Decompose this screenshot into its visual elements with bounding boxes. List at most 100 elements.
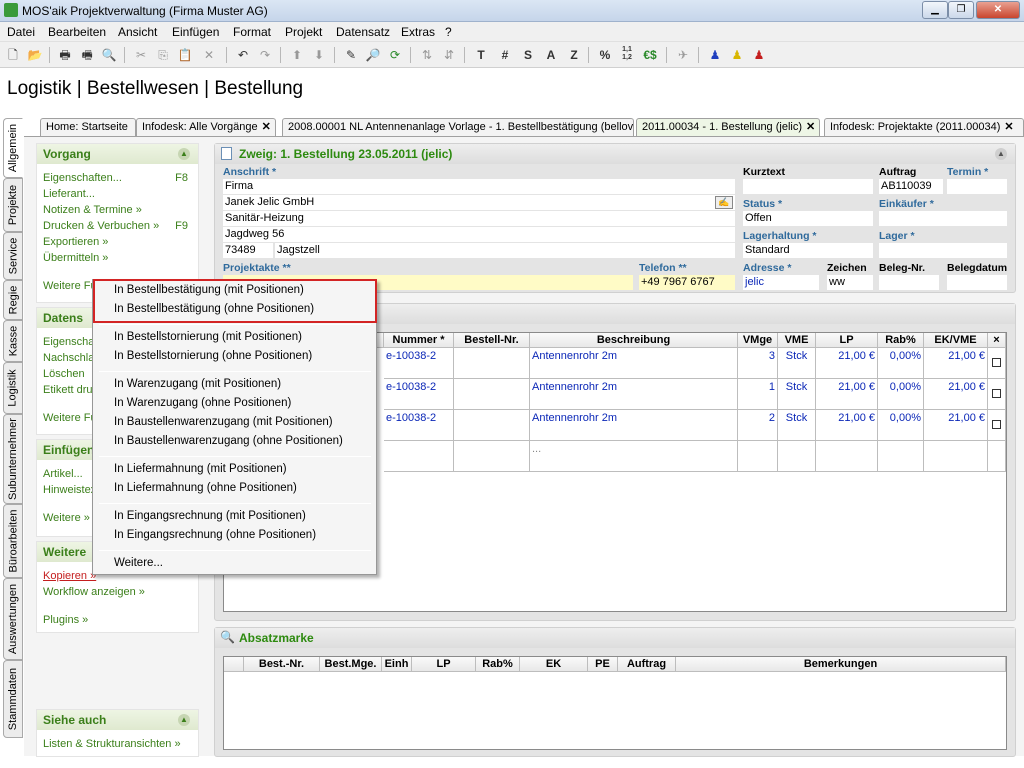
field-anschrift-4[interactable]: Jagdweg 56: [223, 227, 735, 242]
cell-vmge[interactable]: 1: [738, 379, 778, 410]
col-ekvme[interactable]: EK/VME: [924, 333, 988, 348]
collapse-icon[interactable]: ▲: [178, 714, 190, 726]
cell-new-entry[interactable]: ...: [530, 441, 738, 472]
link-uebermitteln[interactable]: Übermitteln »: [43, 252, 108, 264]
print-icon[interactable]: 🖶: [56, 46, 74, 64]
cell-ek[interactable]: 21,00 €: [924, 379, 988, 410]
link-listen[interactable]: Listen & Strukturansichten »: [43, 738, 181, 750]
field-lager[interactable]: [879, 243, 1007, 258]
print-preview-icon[interactable]: 🖷: [78, 46, 96, 64]
cell-vmge[interactable]: 3: [738, 348, 778, 379]
sidetab-kasse[interactable]: Kasse: [3, 320, 23, 362]
section-header[interactable]: Siehe auch ▲: [37, 710, 198, 730]
text-t-icon[interactable]: T: [472, 46, 490, 64]
menu-datensatz[interactable]: Datensatz: [336, 25, 390, 39]
col-ek[interactable]: EK: [520, 657, 588, 672]
col-nummer[interactable]: Nummer *: [384, 333, 454, 348]
field-telefon[interactable]: +49 7967 6767: [639, 275, 735, 290]
sidetab-auswertungen[interactable]: Auswertungen: [3, 578, 23, 660]
col-lp[interactable]: LP: [816, 333, 878, 348]
sidetab-logistik[interactable]: Logistik: [3, 362, 23, 414]
menuitem-bestellbestaetigung-ohne[interactable]: In Bestellbestätigung (ohne Positionen): [114, 303, 314, 315]
cell-nummer[interactable]: e-10038-2: [384, 348, 454, 379]
menu-einfuegen[interactable]: Einfügen: [172, 25, 219, 39]
row-checkbox[interactable]: [992, 358, 1001, 367]
sidetab-subunternehmer[interactable]: Subunternehmer: [3, 414, 23, 504]
cell-beschreibung[interactable]: Antennenrohr 2m: [530, 410, 738, 441]
percent-icon[interactable]: %: [596, 46, 614, 64]
user-blue-icon[interactable]: ♟: [706, 46, 724, 64]
sidetab-allgemein[interactable]: Allgemein: [3, 118, 23, 178]
row-checkbox[interactable]: [992, 420, 1001, 429]
cell-ek[interactable]: 21,00 €: [924, 410, 988, 441]
menuitem-bestellstornierung-ohne[interactable]: In Bestellstornierung (ohne Positionen): [114, 350, 312, 362]
row-checkbox[interactable]: [992, 389, 1001, 398]
sort-icon[interactable]: ⇅: [418, 46, 436, 64]
col-einh[interactable]: Einh: [382, 657, 412, 672]
delete-icon[interactable]: ✕: [200, 46, 218, 64]
col-bestnr[interactable]: Best.-Nr.: [244, 657, 320, 672]
cell-vmge[interactable]: 2: [738, 410, 778, 441]
tab-infodesk-vorgaenge[interactable]: Infodesk: Alle Vorgänge ✕: [136, 118, 276, 136]
menuitem-liefermahnung-mit[interactable]: In Liefermahnung (mit Positionen): [114, 463, 287, 475]
search-document-icon[interactable]: 🔍: [100, 46, 118, 64]
cell-beschreibung[interactable]: Antennenrohr 2m: [530, 348, 738, 379]
cell-vme[interactable]: Stck: [778, 410, 816, 441]
col-rab[interactable]: Rab%: [878, 333, 924, 348]
menuitem-eingangsrechnung-ohne[interactable]: In Eingangsrechnung (ohne Positionen): [114, 529, 316, 541]
new-icon[interactable]: 🗋: [4, 46, 22, 64]
cell-bestellnr[interactable]: [454, 410, 530, 441]
link-loeschen[interactable]: Löschen: [43, 368, 85, 380]
col-bestmge[interactable]: Best.Mge.: [320, 657, 382, 672]
field-kurztext[interactable]: [743, 179, 873, 194]
cell-lp[interactable]: 21,00 €: [816, 348, 878, 379]
tab-home[interactable]: Home: Startseite: [40, 118, 136, 136]
zoom-icon[interactable]: 🔎: [364, 46, 382, 64]
cell-bestellnr[interactable]: [454, 348, 530, 379]
link-workflow[interactable]: Workflow anzeigen »: [43, 586, 145, 598]
user-red-icon[interactable]: ♟: [750, 46, 768, 64]
paste-icon[interactable]: 📋: [176, 46, 194, 64]
cell-empty[interactable]: [878, 441, 924, 472]
field-einkaeufer[interactable]: [879, 211, 1007, 226]
copy-icon[interactable]: ⎘: [154, 46, 172, 64]
field-plz[interactable]: 73489: [223, 243, 273, 258]
field-adresse[interactable]: jelic: [743, 275, 819, 290]
cell-empty[interactable]: [738, 441, 778, 472]
sidetab-bueroarbeiten[interactable]: Büroarbeiten: [3, 504, 23, 578]
cell-empty[interactable]: [924, 441, 988, 472]
menu-extras[interactable]: Extras: [401, 25, 435, 39]
open-icon[interactable]: 📂: [26, 46, 44, 64]
currency-icon[interactable]: €$: [641, 46, 659, 64]
menuitem-liefermahnung-ohne[interactable]: In Liefermahnung (ohne Positionen): [114, 482, 297, 494]
tab-bestellbestaetigung[interactable]: 2008.00001 NL Antennenanlage Vorlage - 1…: [282, 118, 634, 136]
text-z-icon[interactable]: Z: [565, 46, 583, 64]
menuitem-baustellenwarenzugang-mit[interactable]: In Baustellenwarenzugang (mit Positionen…: [114, 416, 333, 428]
field-anschrift-2[interactable]: Janek Jelic GmbH: [223, 195, 735, 210]
menuitem-baustellenwarenzugang-ohne[interactable]: In Baustellenwarenzugang (ohne Positione…: [114, 435, 343, 447]
link-lieferant[interactable]: Lieferant...: [43, 188, 95, 200]
cell-empty[interactable]: [988, 441, 1006, 472]
link-plugins[interactable]: Plugins »: [43, 614, 88, 626]
link-exportieren[interactable]: Exportieren »: [43, 236, 108, 248]
cell-rab[interactable]: 0,00%: [878, 410, 924, 441]
menuitem-eingangsrechnung-mit[interactable]: In Eingangsrechnung (mit Positionen): [114, 510, 306, 522]
undo-icon[interactable]: ↶: [234, 46, 252, 64]
tab-bestellung-active[interactable]: 2011.00034 - 1. Bestellung (jelic) ✕: [636, 118, 820, 136]
menu-bearbeiten[interactable]: Bearbeiten: [48, 25, 106, 39]
cell-rab[interactable]: 0,00%: [878, 348, 924, 379]
cell-beschreibung[interactable]: Antennenrohr 2m: [530, 379, 738, 410]
text-s-icon[interactable]: S: [519, 46, 537, 64]
redo-icon[interactable]: ↷: [256, 46, 274, 64]
sidetab-projekte[interactable]: Projekte: [3, 178, 23, 232]
link-weitere[interactable]: Weitere »: [43, 512, 90, 524]
arrow-down-icon[interactable]: ⬇: [310, 46, 328, 64]
field-zeichen[interactable]: ww: [827, 275, 873, 290]
cell-empty[interactable]: [816, 441, 878, 472]
sidetab-stammdaten[interactable]: Stammdaten: [3, 660, 23, 738]
col-rab[interactable]: Rab%: [476, 657, 520, 672]
minimize-button[interactable]: ▁: [922, 1, 948, 19]
link-eigenschaften[interactable]: Eigenschaf: [43, 336, 97, 348]
link-etikett[interactable]: Etikett dru: [43, 384, 93, 396]
cell-nummer[interactable]: e-10038-2: [384, 410, 454, 441]
